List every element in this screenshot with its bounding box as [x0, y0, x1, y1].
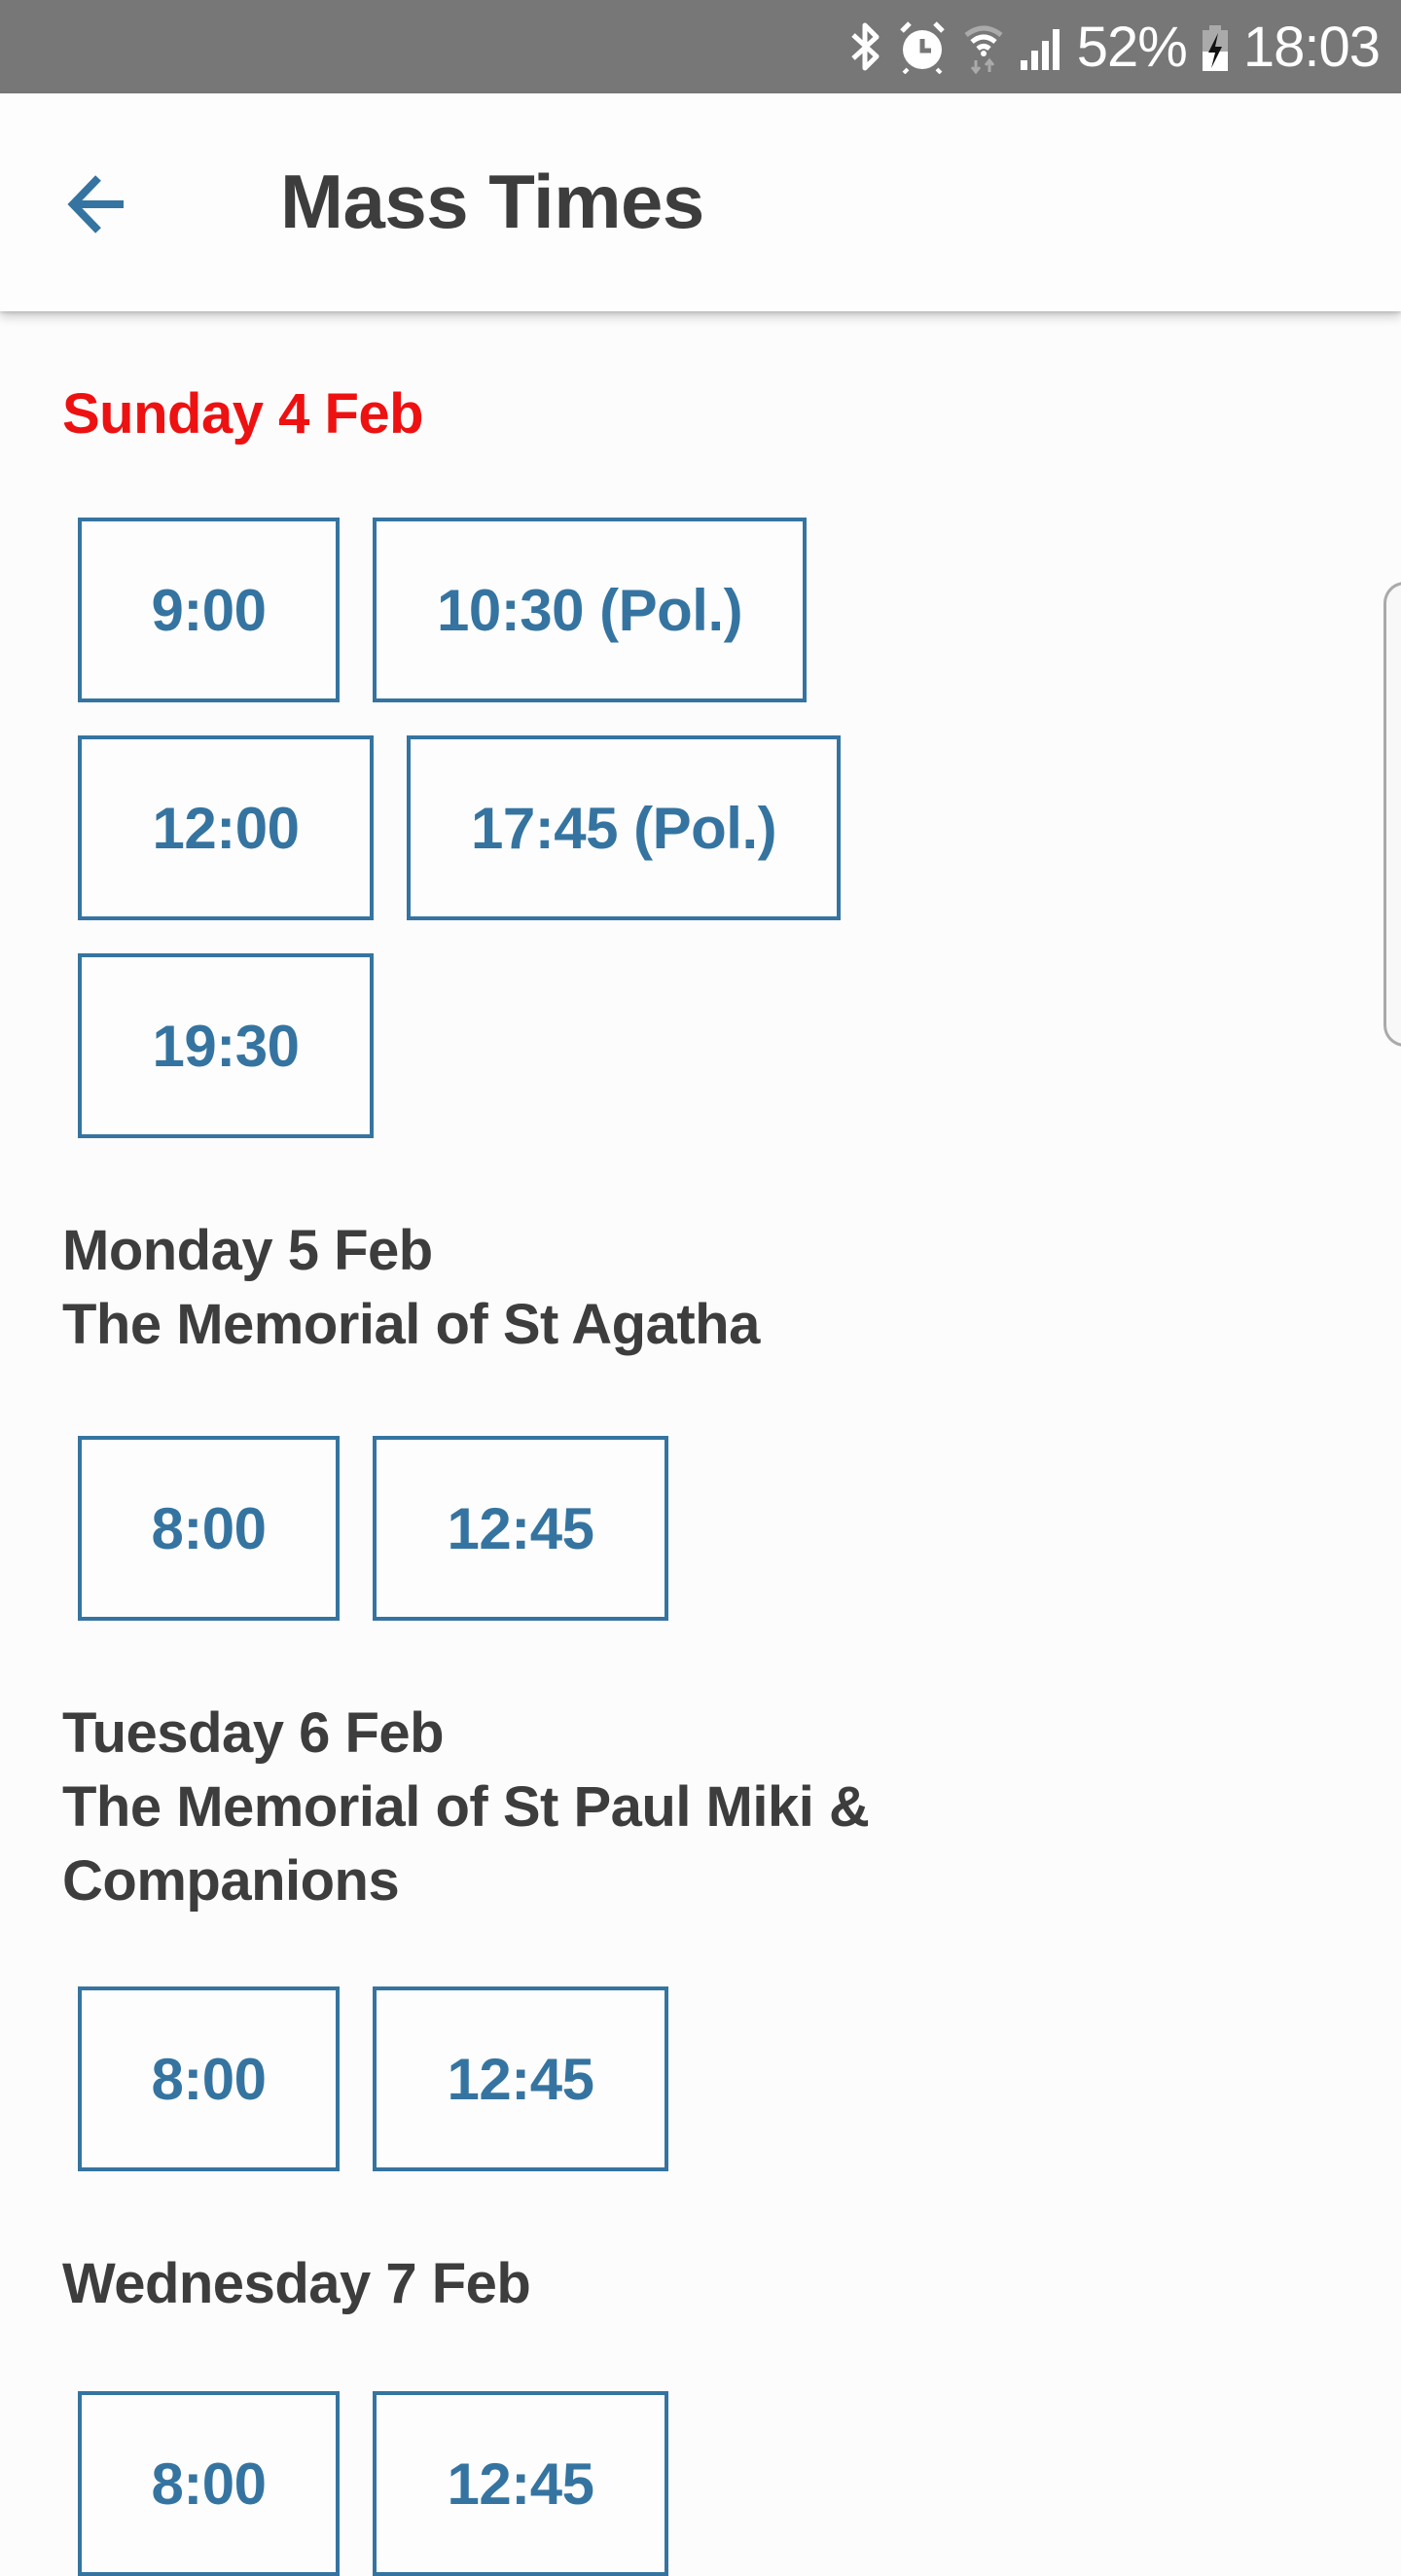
time-list: 8:00 12:45	[0, 2391, 876, 2576]
mass-time-button[interactable]: 12:45	[373, 2391, 668, 2576]
day-section: Sunday 4 Feb 9:00 10:30 (Pol.) 12:00 17:…	[0, 311, 1401, 1138]
edge-panel-handle[interactable]	[1383, 582, 1401, 1047]
alarm-icon	[896, 19, 949, 74]
day-feast: The Memorial of St Paul Miki & Companion…	[62, 1775, 870, 1913]
day-feast: The Memorial of St Agatha	[62, 1293, 760, 1356]
arrow-left-icon	[63, 170, 131, 238]
mass-time-button[interactable]: 8:00	[78, 1986, 340, 2171]
day-heading: Sunday 4 Feb	[0, 377, 1401, 451]
status-bar: 52% 18:03	[0, 0, 1401, 93]
day-heading: Wednesday 7 Feb	[0, 2247, 1401, 2321]
time-list: 9:00 10:30 (Pol.) 12:00 17:45 (Pol.) 19:…	[0, 518, 876, 1138]
day-date: Monday 5 Feb	[62, 1219, 433, 1282]
battery-charging-icon	[1201, 19, 1230, 74]
day-date: Tuesday 6 Feb	[62, 1701, 445, 1765]
day-section: Tuesday 6 Feb The Memorial of St Paul Mi…	[0, 1621, 1401, 2171]
day-heading: Monday 5 Feb The Memorial of St Agatha	[0, 1214, 1401, 1362]
mass-time-button[interactable]: 10:30 (Pol.)	[373, 518, 808, 702]
mass-time-button[interactable]: 9:00	[78, 518, 340, 702]
mass-time-button[interactable]: 12:45	[373, 1436, 668, 1621]
time-list: 8:00 12:45	[0, 1436, 876, 1621]
battery-percent: 52%	[1076, 15, 1188, 79]
back-button[interactable]	[39, 146, 156, 263]
day-date: Sunday 4 Feb	[62, 382, 424, 446]
bluetooth-icon	[849, 19, 882, 74]
wifi-icon	[962, 19, 1005, 74]
mass-time-button[interactable]: 17:45 (Pol.)	[407, 735, 842, 920]
mass-time-button[interactable]: 12:00	[78, 735, 374, 920]
clock-time: 18:03	[1242, 15, 1381, 79]
mass-time-button[interactable]: 8:00	[78, 2391, 340, 2576]
status-icons: 52% 18:03	[849, 0, 1381, 93]
time-list: 8:00 12:45	[0, 1986, 876, 2171]
day-section: Wednesday 7 Feb 8:00 12:45	[0, 2171, 1401, 2576]
mass-time-button[interactable]: 12:45	[373, 1986, 668, 2171]
mass-time-button[interactable]: 8:00	[78, 1436, 340, 1621]
day-date: Wednesday 7 Feb	[62, 2252, 531, 2315]
day-section: Monday 5 Feb The Memorial of St Agatha 8…	[0, 1138, 1401, 1621]
day-heading: Tuesday 6 Feb The Memorial of St Paul Mi…	[0, 1697, 977, 1918]
cell-signal-icon	[1019, 19, 1063, 74]
page-title: Mass Times	[280, 159, 704, 244]
app-bar: Mass Times	[0, 93, 1401, 311]
mass-time-button[interactable]: 19:30	[78, 953, 374, 1138]
mass-times-list: Sunday 4 Feb 9:00 10:30 (Pol.) 12:00 17:…	[0, 311, 1401, 2576]
